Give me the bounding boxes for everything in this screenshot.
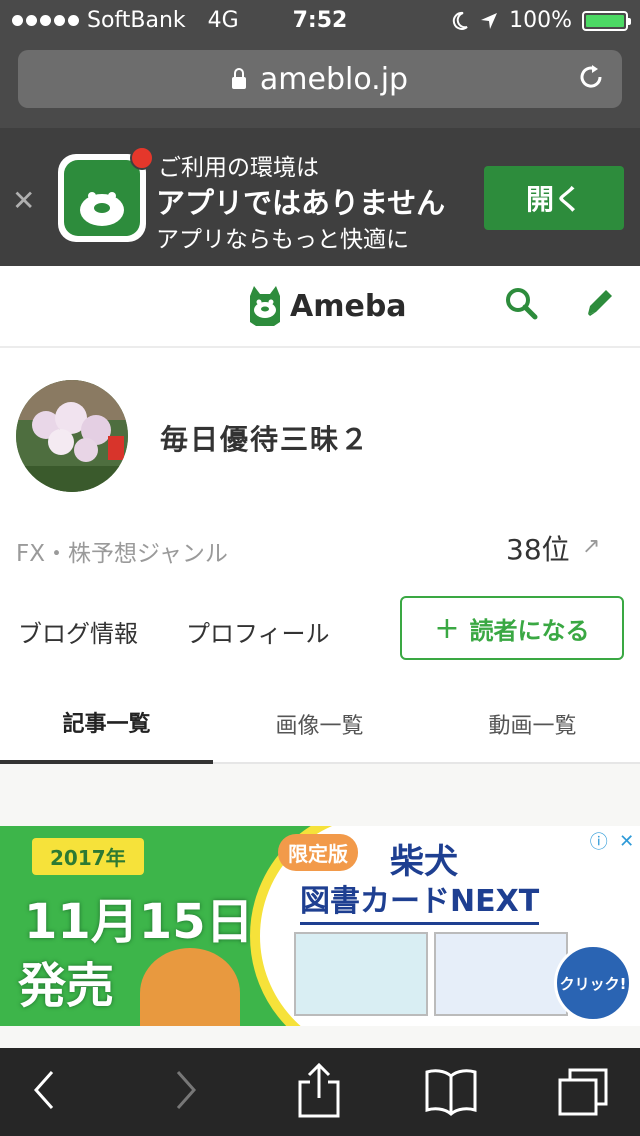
browser-toolbar	[0, 1048, 640, 1136]
blog-title[interactable]: 毎日優待三昧２	[160, 418, 370, 458]
status-bar: SoftBank 4G 7:52 100%	[0, 0, 640, 40]
ad-info-controls: ⓘ ✕	[584, 826, 640, 856]
ad-close-icon[interactable]: ✕	[619, 831, 634, 852]
ad-title-2: 図書カードNEXT	[300, 876, 540, 925]
back-icon[interactable]	[30, 1066, 60, 1116]
follow-button-label: 読者になる	[469, 616, 590, 645]
ameba-logo[interactable]: Ameba	[246, 284, 407, 328]
forward-icon[interactable]	[170, 1066, 200, 1116]
tabs-icon[interactable]	[556, 1066, 610, 1120]
search-icon[interactable]	[502, 284, 542, 324]
ad-card-image-1	[294, 932, 428, 1016]
site-header: Ameba	[0, 266, 640, 348]
ad-limited-badge: 限定版	[278, 834, 358, 871]
share-icon[interactable]	[296, 1062, 342, 1120]
genre-rank[interactable]: 38位	[506, 528, 570, 568]
blog-profile: 毎日優待三昧２ FX・株予想ジャンル 38位 ↗ ブログ情報 プロフィール + …	[0, 348, 640, 764]
url-text: ameblo.jp	[259, 61, 409, 97]
moon-icon	[452, 11, 468, 30]
location-arrow-icon	[481, 12, 498, 29]
notification-badge	[130, 146, 154, 170]
arrow-up-right-icon: ↗	[582, 534, 601, 559]
logo-text: Ameba	[290, 288, 407, 324]
close-icon[interactable]: ✕	[12, 184, 35, 217]
plus-icon: +	[434, 610, 460, 646]
browser-chrome: SoftBank 4G 7:52 100% ameblo.jp	[0, 0, 640, 128]
tab-videos[interactable]: 動画一覧	[426, 684, 639, 764]
ad-banner[interactable]: 2017年 11月15日 発売 限定版 柴犬 図書カードNEXT クリック! ⓘ…	[0, 826, 640, 1026]
ad-release: 発売	[18, 958, 115, 1014]
ameba-app-icon	[58, 146, 154, 242]
avatar[interactable]	[16, 380, 128, 492]
banner-line3: アプリならもっと快適に	[156, 227, 409, 253]
bookmarks-icon[interactable]	[424, 1066, 478, 1116]
genre-link[interactable]: FX・株予想ジャンル	[16, 534, 228, 568]
ameba-mascot-icon	[250, 286, 280, 326]
content-tabs: 記事一覧 画像一覧 動画一覧	[0, 684, 640, 764]
ad-year: 2017年	[32, 838, 144, 875]
battery-percent: 100%	[509, 8, 572, 33]
blog-info-link[interactable]: ブログ情報	[18, 614, 138, 649]
info-icon[interactable]: ⓘ	[590, 828, 608, 854]
profile-link[interactable]: プロフィール	[186, 614, 330, 649]
app-install-banner: ✕ ご利用の環境は アプリではありません アプリならもっと快適に 開く	[0, 128, 640, 266]
tab-images[interactable]: 画像一覧	[213, 684, 426, 764]
ad-card-image-2	[434, 932, 568, 1016]
banner-line1: ご利用の環境は	[158, 155, 319, 181]
banner-line2: アプリではありません	[156, 186, 446, 220]
open-app-button[interactable]: 開く	[484, 166, 624, 230]
ad-click-button[interactable]: クリック!	[554, 944, 632, 1022]
reload-icon[interactable]	[576, 62, 606, 92]
tab-articles[interactable]: 記事一覧	[0, 684, 213, 764]
pencil-icon[interactable]	[582, 284, 618, 324]
ad-date: 11月15日	[24, 894, 254, 950]
follow-button[interactable]: + 読者になる	[400, 596, 624, 660]
url-bar[interactable]: ameblo.jp	[18, 50, 622, 108]
lock-icon	[231, 68, 246, 89]
battery-icon	[582, 10, 631, 31]
